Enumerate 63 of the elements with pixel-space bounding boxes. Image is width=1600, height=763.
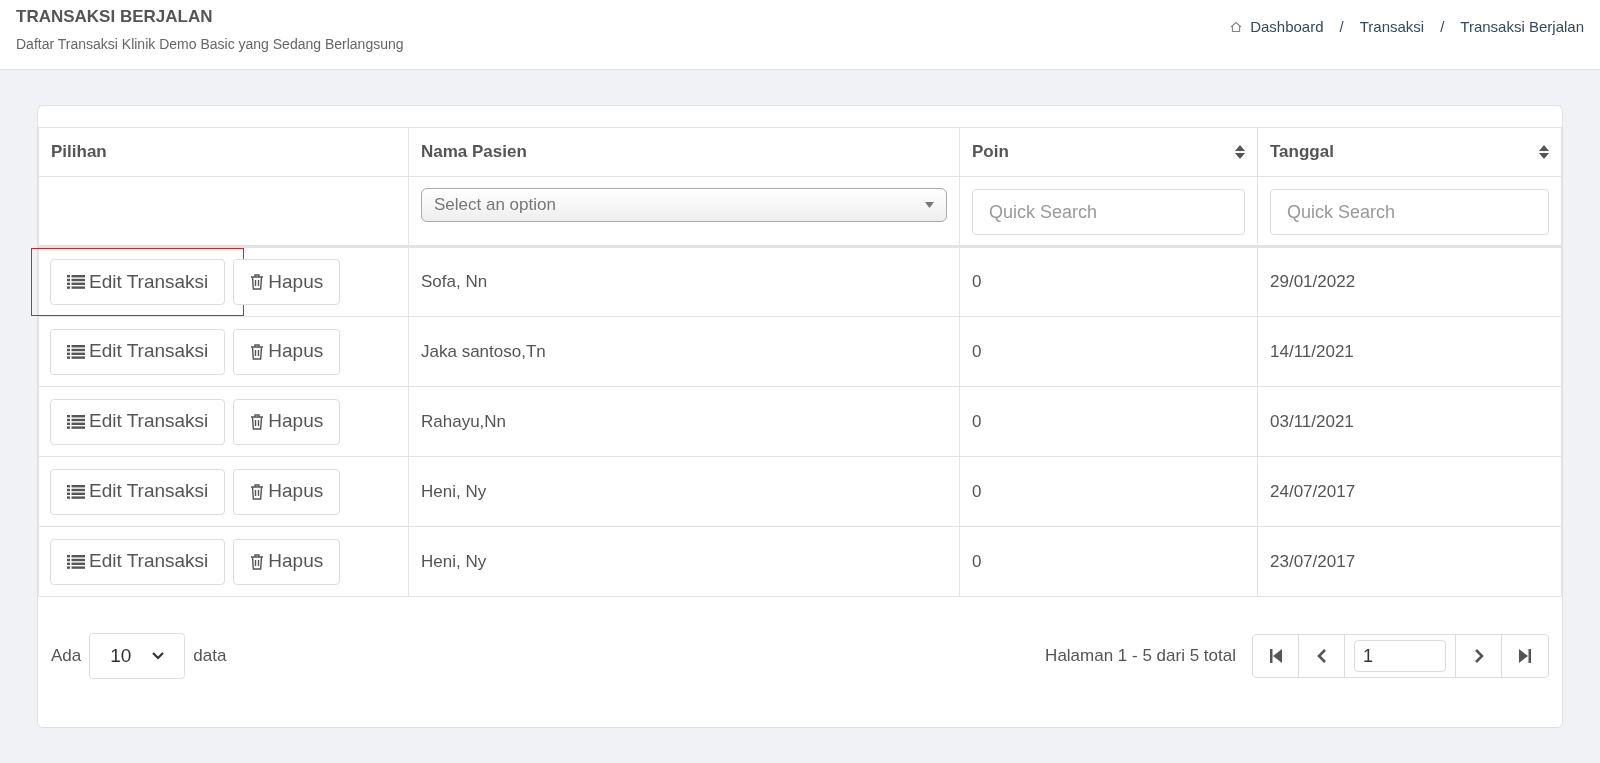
page-title: TRANSAKSI BERJALAN <box>16 6 214 28</box>
date-value: 24/07/2017 <box>1270 481 1356 501</box>
edit-button[interactable]: Edit Transaksi <box>50 398 226 445</box>
list-icon <box>67 554 85 569</box>
list-icon <box>67 344 85 359</box>
select-dropdown[interactable]: Select an option <box>421 188 947 222</box>
patient-name: Heni, Ny <box>421 481 487 501</box>
chevron-right-icon <box>1473 649 1484 663</box>
points-value: 0 <box>972 411 982 431</box>
patient-name: Rahayu,Nn <box>421 411 507 431</box>
breadcrumb-separator: / <box>1339 17 1344 37</box>
delete-button[interactable]: Hapus <box>233 468 341 515</box>
page-number-field[interactable]: 1 <box>1354 640 1446 672</box>
delete-button[interactable]: Hapus <box>233 538 341 585</box>
delete-button[interactable]: Hapus <box>233 259 341 305</box>
points-value: 0 <box>972 551 982 571</box>
trash-icon <box>250 483 265 500</box>
label-text: Ada <box>51 645 82 668</box>
page-summary: Halaman 1 - 5 dari 5 total <box>1045 645 1236 668</box>
chevron-down-icon <box>152 652 165 660</box>
patient-name: Jaka santoso,Tn <box>421 341 546 361</box>
patient-name: Sofa, Nn <box>421 272 488 292</box>
edit-button[interactable]: Edit Transaksi <box>50 259 226 305</box>
trash-icon <box>250 274 265 290</box>
breadcrumb-link[interactable]: Transaksi <box>1359 16 1425 39</box>
breadcrumb-link[interactable]: Transaksi Berjalan <box>1460 16 1584 39</box>
date-value: 14/11/2021 <box>1270 341 1354 361</box>
list-icon <box>67 414 85 429</box>
trash-icon <box>250 413 265 430</box>
page-subtitle: Daftar Transaksi Klinik Demo Basic yang Sedang Berlangsung <box>16 34 404 54</box>
points-value: 0 <box>972 272 982 292</box>
list-icon <box>67 275 85 289</box>
search-field[interactable]: Quick Search <box>972 189 1245 235</box>
date-value: 29/01/2022 <box>1270 272 1356 292</box>
patient-name: Heni, Ny <box>421 551 487 571</box>
home-icon <box>1230 21 1243 34</box>
edit-button[interactable]: Edit Transaksi <box>50 328 226 375</box>
trash-icon <box>250 553 265 570</box>
delete-button[interactable]: Hapus <box>233 398 341 445</box>
delete-button[interactable]: Hapus <box>233 328 341 375</box>
column-header[interactable]: Tanggal <box>1270 139 1334 165</box>
dropdown-arrow-icon <box>925 202 934 208</box>
page-size-select[interactable]: 10 <box>89 633 186 679</box>
search-field[interactable]: Quick Search <box>1270 189 1549 235</box>
column-header[interactable]: Nama Pasien <box>421 139 527 165</box>
points-value: 0 <box>972 481 982 501</box>
points-value: 0 <box>972 341 982 361</box>
date-value: 03/11/2021 <box>1270 411 1354 431</box>
date-value: 23/07/2017 <box>1270 551 1356 571</box>
skip-forward-icon <box>1519 649 1531 663</box>
column-header[interactable]: Pilihan <box>51 139 107 165</box>
skip-back-icon <box>1269 649 1282 663</box>
chevron-left-icon <box>1316 649 1327 663</box>
sort-icon[interactable] <box>1235 145 1245 159</box>
column-header[interactable]: Poin <box>972 139 1009 165</box>
breadcrumb-separator: / <box>1440 17 1445 37</box>
trash-icon <box>250 343 265 360</box>
breadcrumb-link[interactable]: Dashboard <box>1250 16 1324 39</box>
edit-button[interactable]: Edit Transaksi <box>50 468 226 515</box>
sort-icon[interactable] <box>1539 145 1549 159</box>
edit-button[interactable]: Edit Transaksi <box>50 538 226 585</box>
list-icon <box>67 484 85 499</box>
label-text: data <box>193 645 227 668</box>
